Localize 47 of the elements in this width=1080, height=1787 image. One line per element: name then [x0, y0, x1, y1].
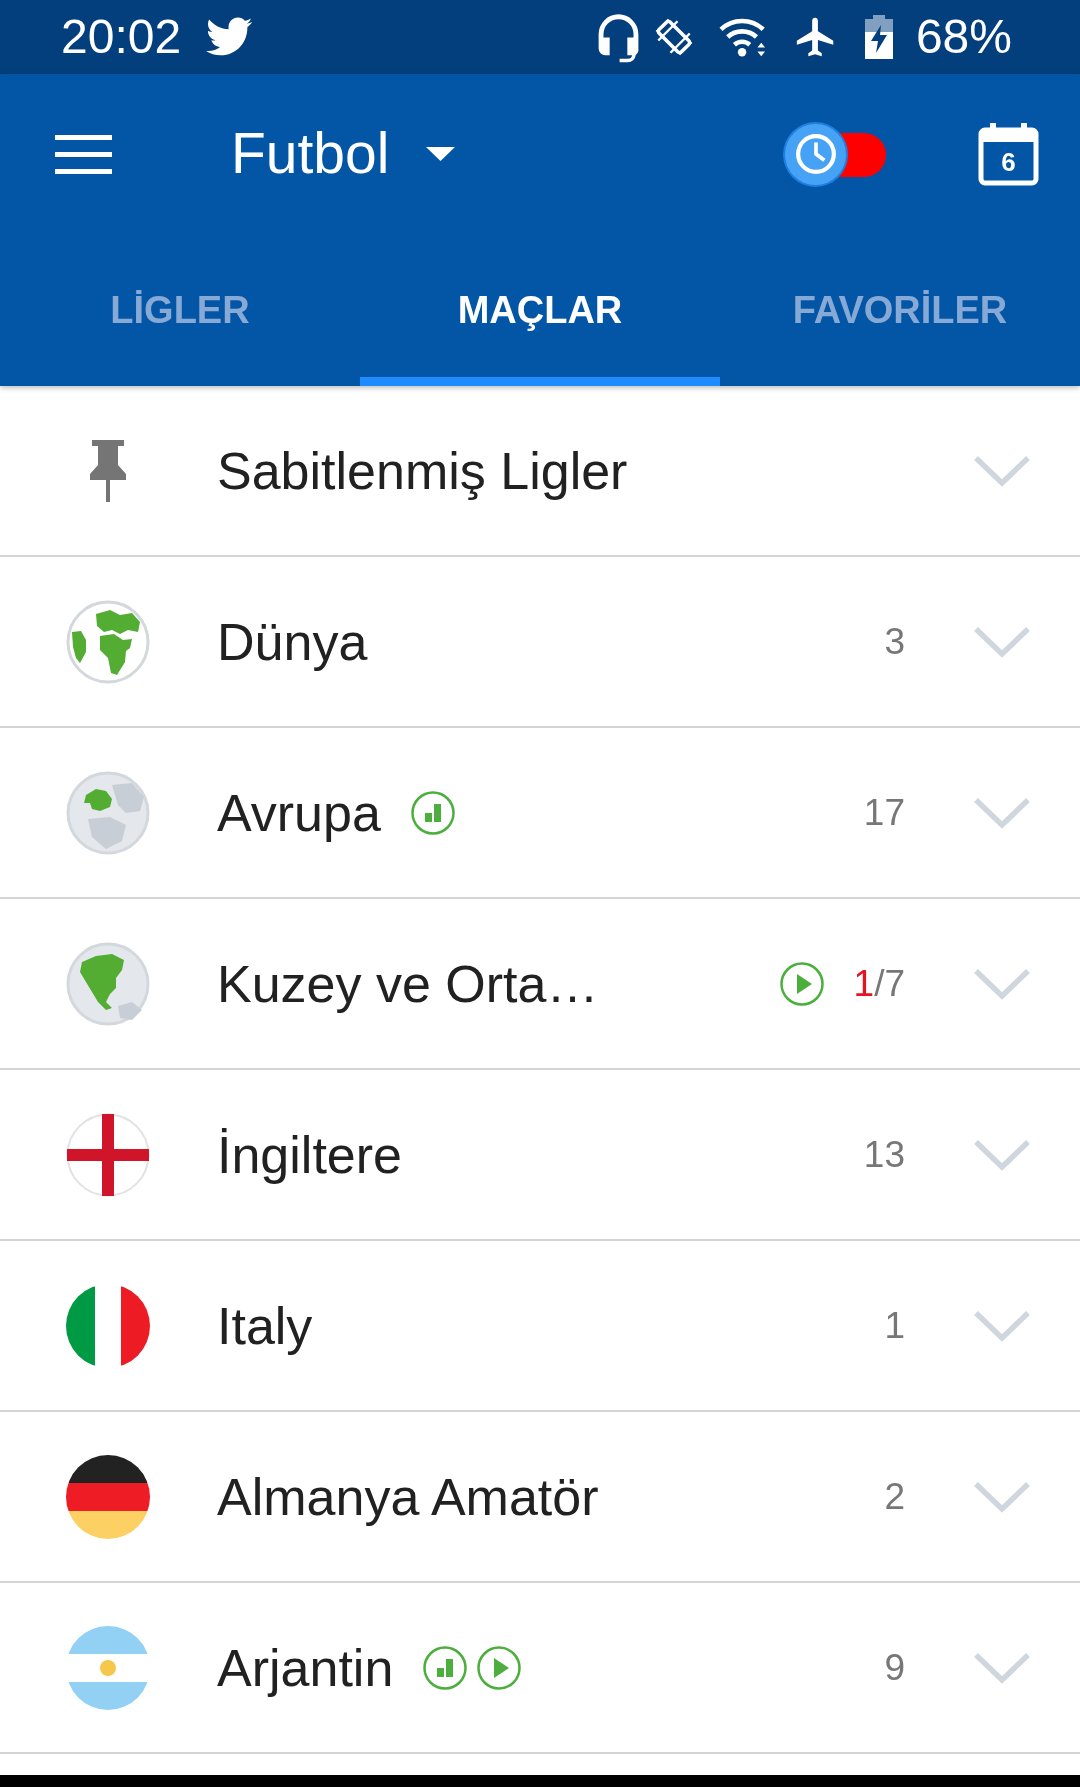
bird-icon — [206, 17, 254, 57]
menu-icon[interactable] — [55, 134, 112, 174]
battery-level: 68% — [915, 13, 1012, 61]
chevron-down-icon[interactable] — [973, 967, 1031, 1000]
league-name: Almanya Amatör — [217, 1466, 599, 1527]
live-toggle[interactable] — [785, 123, 886, 185]
germany-flag-icon — [66, 1454, 150, 1539]
play-icon — [779, 961, 824, 1006]
clock-icon — [794, 133, 837, 175]
match-count: 2 — [884, 1475, 905, 1518]
match-count: 13 — [863, 1133, 905, 1176]
chevron-down-icon[interactable] — [973, 796, 1031, 829]
england-flag-icon — [66, 1112, 150, 1197]
chevron-down-icon[interactable] — [973, 1480, 1031, 1513]
tab[interactable]: MAÇLAR — [360, 234, 720, 386]
league-name: Avrupa — [217, 782, 381, 843]
bar-chart-icon — [410, 790, 455, 835]
globe-icon — [66, 770, 150, 855]
chevron-down-icon[interactable] — [973, 1309, 1031, 1342]
calendar-icon — [978, 122, 1039, 186]
league-name: Dünya — [217, 611, 368, 672]
calendar-day: 6 — [1001, 147, 1016, 176]
bar-chart-icon — [423, 1645, 468, 1690]
battery-charging-icon — [864, 15, 893, 59]
league-name: Sabitlenmiş Ligler — [217, 440, 628, 501]
match-count: 1/7 — [853, 962, 905, 1005]
argentina-flag-icon — [66, 1625, 150, 1710]
league-name: Kuzey ve Orta… — [217, 953, 599, 1014]
chevron-down-icon[interactable] — [973, 1651, 1031, 1684]
chevron-down-icon[interactable] — [973, 1138, 1031, 1171]
league-name: İngiltere — [217, 1124, 402, 1185]
caret-icon — [426, 147, 456, 161]
play-icon — [477, 1645, 522, 1690]
clock-time: 20:02 — [61, 13, 182, 61]
calendar-button[interactable]: 6 — [978, 122, 1039, 186]
match-count: 1 — [884, 1304, 905, 1347]
chevron-down-icon[interactable] — [973, 625, 1031, 658]
league-name: Italy — [217, 1295, 313, 1356]
globe-icon — [66, 941, 150, 1026]
pin-icon — [87, 439, 129, 502]
sport-selector[interactable]: Futbol — [231, 121, 456, 187]
league-name: Arjantin — [217, 1637, 394, 1698]
match-count: 3 — [884, 620, 905, 663]
chevron-down-icon[interactable] — [973, 454, 1031, 487]
match-count: 17 — [863, 791, 905, 834]
globe-icon — [66, 599, 150, 684]
match-count: 9 — [884, 1646, 905, 1689]
